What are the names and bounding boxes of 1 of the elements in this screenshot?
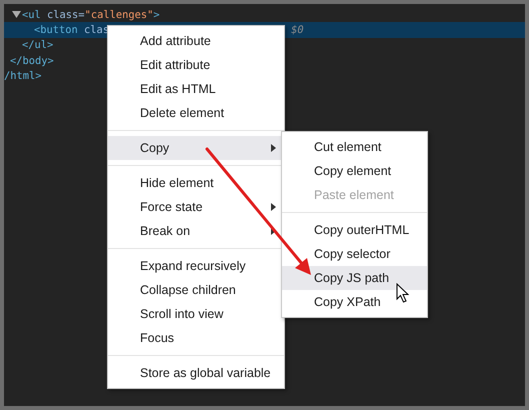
node-reference-note: $0 [291,24,304,36]
